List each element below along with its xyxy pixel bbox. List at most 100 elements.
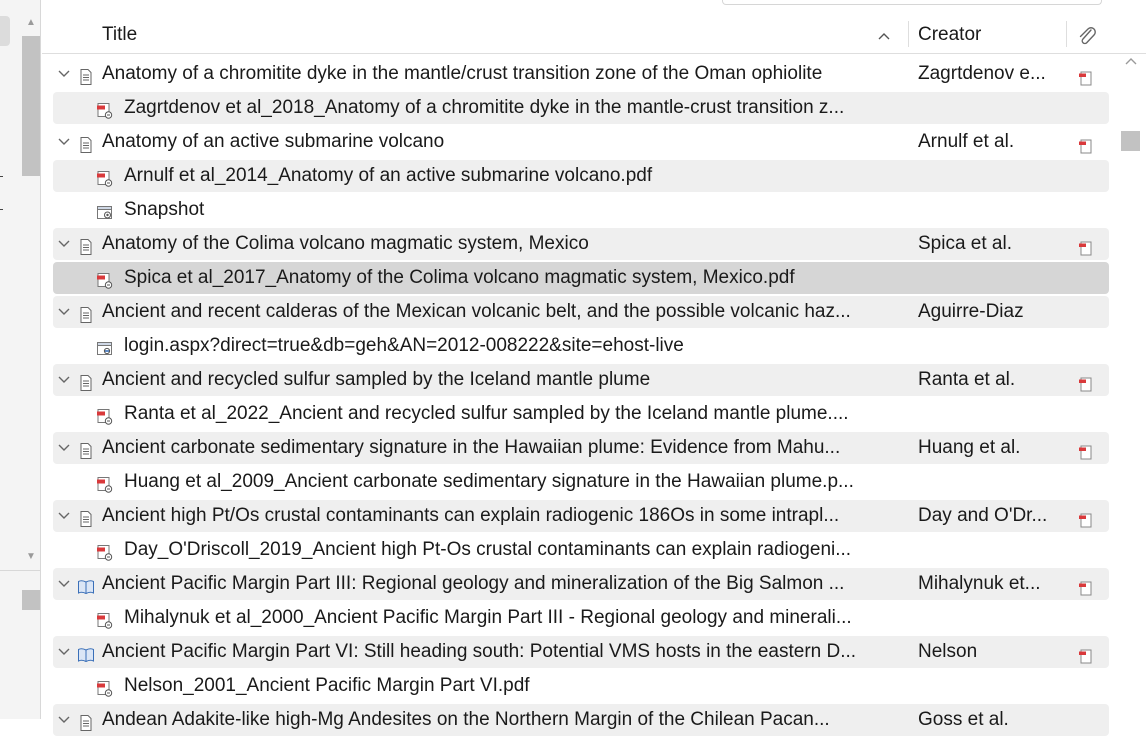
link-icon (96, 337, 114, 355)
pdf-icon (96, 269, 114, 289)
pdf-attachment-icon[interactable] (1078, 576, 1094, 596)
attachment-row[interactable]: Nelson_2001_Ancient Pacific Margin Part … (53, 670, 1109, 702)
document-icon (77, 303, 95, 323)
tree-line (0, 209, 3, 210)
scroll-up-icon[interactable]: ▲ (22, 14, 40, 32)
document-icon (77, 371, 95, 391)
item-title: Zagrtdenov et al_2018_Anatomy of a chrom… (124, 97, 845, 118)
item-title: Ancient carbonate sedimentary signature … (102, 437, 841, 458)
item-title: Andean Adakite-like high-Mg Andesites on… (102, 709, 830, 730)
pdf-icon (96, 473, 114, 493)
item-title: Ancient and recent calderas of the Mexic… (102, 301, 851, 322)
item-creator: Huang et al. (918, 437, 1021, 458)
collections-scrollbar-thumb[interactable] (22, 36, 40, 176)
chevron-down-icon[interactable] (57, 296, 71, 328)
column-divider[interactable] (908, 21, 909, 47)
document-icon (77, 65, 95, 85)
item-title: Huang et al_2009_Ancient carbonate sedim… (124, 471, 854, 492)
column-header-creator[interactable]: Creator (918, 17, 981, 53)
items-scrollbar-thumb[interactable] (1121, 131, 1140, 151)
book-icon (77, 575, 95, 595)
collections-pane-edge: ▲ ▼ (0, 0, 41, 719)
document-icon (77, 133, 95, 153)
pdf-attachment-icon[interactable] (1078, 508, 1094, 528)
column-divider[interactable] (1066, 21, 1067, 47)
item-row[interactable]: Andean Adakite-like high-Mg Andesites on… (53, 704, 1109, 736)
chevron-down-icon[interactable] (57, 364, 71, 396)
item-title: Anatomy of an active submarine volcano (102, 131, 445, 152)
item-title: Arnulf et al_2014_Anatomy of an active s… (124, 165, 653, 186)
item-row[interactable]: Anatomy of a chromitite dyke in the mant… (53, 58, 1109, 90)
items-scrollbar[interactable] (1119, 54, 1146, 719)
item-row[interactable]: Anatomy of the Colima volcano magmatic s… (53, 228, 1109, 260)
item-row[interactable]: Ancient Pacific Margin Part III: Regiona… (53, 568, 1109, 600)
item-creator: Ranta et al. (918, 369, 1016, 390)
attachment-row[interactable]: Arnulf et al_2014_Anatomy of an active s… (53, 160, 1109, 192)
item-row[interactable]: Ancient and recent calderas of the Mexic… (53, 296, 1109, 328)
snapshot-icon (96, 201, 114, 219)
selected-collection-edge[interactable] (0, 16, 10, 46)
attachment-row[interactable]: Day_O'Driscoll_2019_Ancient high Pt-Os c… (53, 534, 1109, 566)
pane-splitter[interactable] (0, 570, 41, 571)
item-title: Anatomy of the Colima volcano magmatic s… (102, 233, 589, 254)
item-title: Ancient and recycled sulfur sampled by t… (102, 369, 651, 390)
attachment-row[interactable]: Snapshot (53, 194, 1109, 226)
sort-ascending-icon (878, 17, 890, 53)
pdf-attachment-icon[interactable] (1078, 66, 1094, 86)
item-title: Spica et al_2017_Anatomy of the Colima v… (124, 267, 795, 288)
chevron-down-icon[interactable] (57, 500, 71, 532)
item-title: Ancient Pacific Margin Part III: Regiona… (102, 573, 845, 594)
item-row[interactable]: Ancient carbonate sedimentary signature … (53, 432, 1109, 464)
item-creator: Mihalynuk et... (918, 573, 1041, 594)
search-box-edge[interactable] (722, 0, 1102, 5)
item-row[interactable]: Anatomy of an active submarine volcano Ar… (53, 126, 1109, 158)
items-list: Anatomy of a chromitite dyke in the mant… (53, 57, 1109, 736)
chevron-down-icon[interactable] (57, 432, 71, 464)
pdf-attachment-icon[interactable] (1078, 236, 1094, 256)
pdf-attachment-icon[interactable] (1078, 440, 1094, 460)
pdf-attachment-icon[interactable] (1078, 372, 1094, 392)
attachment-row[interactable]: Zagrtdenov et al_2018_Anatomy of a chrom… (53, 92, 1109, 124)
item-title: Day_O'Driscoll_2019_Ancient high Pt-Os c… (124, 539, 852, 560)
attachment-row[interactable]: Mihalynuk et al_2000_Ancient Pacific Mar… (53, 602, 1109, 634)
item-row[interactable]: Ancient and recycled sulfur sampled by t… (53, 364, 1109, 396)
item-row[interactable]: Ancient high Pt/Os crustal contaminants … (53, 500, 1109, 532)
document-icon (77, 439, 95, 459)
item-title: Ancient high Pt/Os crustal contaminants … (102, 505, 840, 526)
pdf-icon (96, 541, 114, 561)
scroll-up-icon[interactable] (1125, 56, 1137, 68)
attachment-row[interactable]: login.aspx?direct=true&db=geh&AN=2012-00… (53, 330, 1109, 362)
item-row[interactable]: Ancient Pacific Margin Part VI: Still he… (53, 636, 1109, 668)
chevron-down-icon[interactable] (57, 126, 71, 158)
column-header-title[interactable]: Title (102, 17, 137, 53)
attachment-row[interactable]: Ranta et al_2022_Ancient and recycled su… (53, 398, 1109, 430)
item-creator: Goss et al. (918, 709, 1009, 730)
scroll-down-icon[interactable]: ▼ (22, 548, 40, 566)
attachment-row[interactable]: Spica et al_2017_Anatomy of the Colima v… (53, 262, 1109, 294)
item-title: Ancient Pacific Margin Part VI: Still he… (102, 641, 857, 662)
items-column-header: Title Creator (42, 17, 1146, 54)
item-creator: Arnulf et al. (918, 131, 1015, 152)
pdf-attachment-icon[interactable] (1078, 134, 1094, 154)
tags-scrollbar-thumb[interactable] (22, 590, 40, 610)
document-icon (77, 507, 95, 527)
chevron-down-icon[interactable] (57, 704, 71, 736)
item-title: Nelson_2001_Ancient Pacific Margin Part … (124, 675, 530, 696)
document-icon (77, 711, 95, 731)
paperclip-icon[interactable] (1076, 25, 1098, 47)
item-creator: Zagrtdenov e... (918, 63, 1046, 84)
item-title: Anatomy of a chromitite dyke in the mant… (102, 63, 823, 84)
chevron-down-icon[interactable] (57, 568, 71, 600)
item-creator: Day and O'Dr... (918, 505, 1048, 526)
pdf-icon (96, 609, 114, 629)
chevron-down-icon[interactable] (57, 636, 71, 668)
chevron-down-icon[interactable] (57, 58, 71, 90)
item-title: login.aspx?direct=true&db=geh&AN=2012-00… (124, 335, 684, 356)
item-creator: Spica et al. (918, 233, 1012, 254)
item-creator: Aguirre-Diaz (918, 301, 1024, 322)
pdf-attachment-icon[interactable] (1078, 644, 1094, 664)
document-icon (77, 235, 95, 255)
attachment-row[interactable]: Huang et al_2009_Ancient carbonate sedim… (53, 466, 1109, 498)
item-title: Snapshot (124, 199, 205, 220)
chevron-down-icon[interactable] (57, 228, 71, 260)
